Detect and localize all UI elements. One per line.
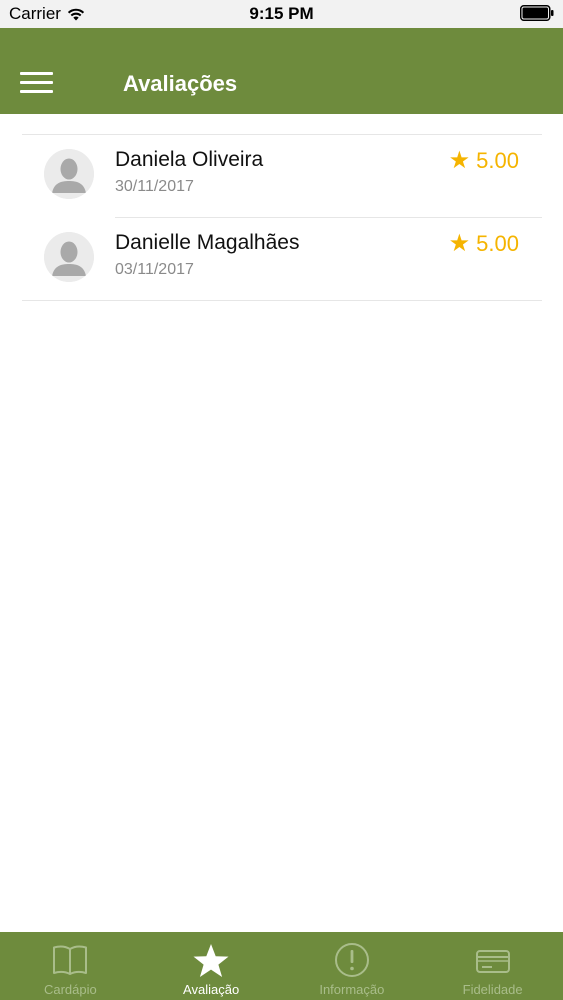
tab-avaliacao[interactable]: Avaliação — [141, 932, 282, 1000]
review-rating: ★ 5.00 — [449, 231, 519, 257]
tab-informacao[interactable]: Informação — [282, 932, 423, 1000]
tab-label: Cardápio — [43, 982, 97, 997]
reviewer-name: Daniela Oliveira — [115, 148, 264, 171]
star-icon — [193, 944, 229, 977]
reviewer-name: Danielle Magalhães — [115, 231, 300, 254]
info-exclamation-icon — [334, 943, 369, 977]
menu-line — [20, 90, 53, 93]
user-placeholder-icon — [44, 149, 94, 199]
battery-icon — [520, 5, 554, 21]
tab-label: Fidelidade — [462, 982, 523, 997]
tab-bar: Cardápio Avaliação Informação Fidelidade — [0, 932, 563, 1000]
review-row[interactable]: Daniela Oliveira 30/11/2017 ★ 5.00 — [22, 135, 542, 218]
page-title: Avaliações — [123, 71, 238, 96]
app-header: Avaliações — [0, 28, 563, 114]
avatar — [44, 232, 94, 282]
review-rating: ★ 5.00 — [449, 148, 519, 174]
tab-cardapio[interactable]: Cardápio — [0, 932, 141, 1000]
hamburger-menu-icon[interactable] — [20, 72, 54, 96]
review-date: 30/11/2017 — [115, 178, 194, 195]
reviews-list: Daniela Oliveira 30/11/2017 ★ 5.00 Danie… — [22, 134, 542, 301]
book-icon — [53, 945, 88, 975]
tab-label: Informação — [319, 982, 385, 997]
divider — [22, 300, 542, 301]
review-row[interactable]: Danielle Magalhães 03/11/2017 ★ 5.00 — [22, 218, 542, 301]
avatar — [44, 149, 94, 199]
menu-line — [20, 81, 53, 84]
status-bar: Carrier 9:15 PM — [0, 0, 563, 28]
menu-line — [20, 72, 53, 75]
rating-value: 5.00 — [476, 231, 519, 256]
user-placeholder-icon — [44, 232, 94, 282]
review-date: 03/11/2017 — [115, 261, 194, 278]
tab-label: Avaliação — [183, 982, 240, 997]
star-icon: ★ — [448, 230, 471, 257]
tab-fidelidade[interactable]: Fidelidade — [422, 932, 563, 1000]
rating-value: 5.00 — [476, 148, 519, 173]
star-icon: ★ — [448, 147, 471, 174]
card-icon — [475, 950, 510, 973]
status-time: 9:15 PM — [249, 4, 314, 23]
